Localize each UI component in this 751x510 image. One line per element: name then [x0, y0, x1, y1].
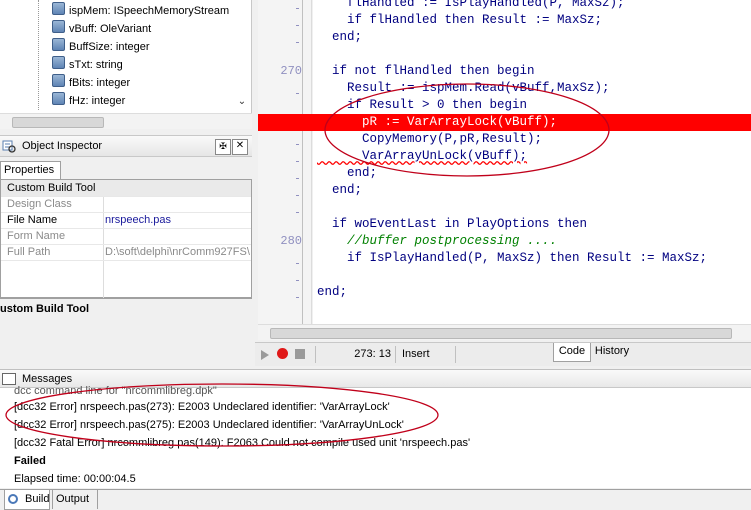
tab-output[interactable]: Output [52, 490, 98, 509]
editor-horizontal-scrollbar[interactable] [258, 324, 751, 340]
property-description: ustom Build Tool [0, 298, 252, 344]
gutter-dot [296, 25, 299, 26]
code-line[interactable]: CopyMemory(P,pR,Result); [317, 131, 542, 148]
code-line[interactable]: end; [317, 284, 347, 301]
build-icon [8, 494, 18, 504]
error-code-line[interactable]: pR := VarArrayLock(vBuff); [317, 114, 557, 131]
messages-list[interactable]: dcc command line for "nrcommlibreg.dpk" … [0, 385, 751, 488]
code-editor[interactable]: flHandled := IsPlayHandled(P, MaxSz); if… [313, 0, 751, 324]
code-line[interactable]: if woEventLast in PlayOptions then [317, 216, 587, 233]
gutter-separator [302, 0, 303, 324]
tree-item[interactable]: fHz: integer [52, 92, 125, 110]
line-number: 280 [280, 234, 302, 248]
code-line[interactable]: if Result > 0 then begin [317, 97, 527, 114]
property-row[interactable]: File Name nrspeech.pas [1, 212, 251, 229]
error-line-highlight[interactable]: pR := VarArrayLock(vBuff); [258, 114, 751, 131]
property-row[interactable]: Full Path D:\soft\delphi\nrComm927FS\ [1, 244, 251, 261]
gutter-dot [296, 195, 299, 196]
code-line[interactable]: if flHandled then Result := MaxSz; [317, 12, 602, 29]
record-icon[interactable] [277, 348, 288, 359]
tab-properties[interactable]: Properties [0, 161, 61, 180]
code-line[interactable]: end; [317, 165, 377, 182]
field-icon [52, 2, 65, 15]
gutter-dot [296, 161, 299, 162]
status-separator [315, 346, 316, 363]
tree-item[interactable]: vBuff: OleVariant [52, 20, 151, 38]
tree-item[interactable]: fBits: integer [52, 74, 130, 92]
insert-mode: Insert [402, 348, 430, 360]
field-icon [52, 20, 65, 33]
tree-horizontal-scrollbar[interactable] [0, 113, 252, 129]
gutter-dot [296, 280, 299, 281]
message-item[interactable]: [dcc32 Fatal Error] nrcommlibreg.pas(149… [14, 437, 470, 449]
property-row[interactable]: Design Class [1, 196, 251, 213]
cursor-position: 273: 13 [354, 348, 391, 360]
property-grid[interactable]: Custom Build Tool Design Class File Name… [0, 179, 252, 298]
elapsed-time: Elapsed time: 00:00:04.5 [14, 473, 136, 485]
tree-guide-line [38, 0, 39, 110]
code-line[interactable]: end; [317, 29, 362, 46]
inspector-icon [2, 140, 16, 153]
close-icon[interactable]: ✕ [232, 139, 248, 155]
message-item[interactable]: dcc command line for "nrcommlibreg.dpk" [14, 385, 217, 397]
gutter-dot [296, 144, 299, 145]
object-inspector-title: Object Inspector [22, 140, 103, 152]
property-row[interactable]: Custom Build Tool [1, 180, 251, 197]
bottom-tab-bar: Build Output [0, 489, 751, 510]
scrollbar-thumb[interactable] [12, 117, 104, 128]
code-line[interactable]: if not flHandled then begin [317, 63, 535, 80]
stop-icon[interactable] [295, 349, 305, 359]
messages-title: Messages [22, 373, 73, 385]
description-title: ustom Build Tool [0, 303, 90, 315]
editor-status-bar: 273: 13 Insert Code History [255, 342, 751, 366]
gutter-dot [296, 212, 299, 213]
line-number: 270 [280, 64, 302, 78]
gutter-dot [296, 263, 299, 264]
code-line[interactable]: flHandled := IsPlayHandled(P, MaxSz); [317, 0, 625, 12]
gutter-dot [296, 8, 299, 9]
message-item[interactable]: [dcc32 Error] nrspeech.pas(273): E2003 U… [14, 401, 390, 413]
code-line[interactable]: end; [317, 182, 362, 199]
structure-tree[interactable]: ispMem: ISpeechMemoryStream vBuff: OleVa… [0, 0, 252, 113]
object-inspector-title-bar: Object Inspector ✠ ✕ [0, 135, 252, 157]
message-item[interactable]: [dcc32 Error] nrspeech.pas(275): E2003 U… [14, 419, 404, 431]
field-icon [52, 38, 65, 51]
gutter-dot [296, 297, 299, 298]
messages-icon [2, 373, 16, 385]
status-separator [455, 346, 456, 363]
code-line[interactable]: Result := ispMem.Read(vBuff,MaxSz); [317, 80, 610, 97]
code-line[interactable]: VarArrayUnLock(vBuff); [317, 148, 527, 165]
status-separator [395, 346, 396, 363]
inspector-tabs: Properties [0, 161, 252, 180]
field-icon [52, 74, 65, 87]
build-result: Failed [14, 455, 46, 467]
tab-code[interactable]: Code [553, 343, 591, 362]
gutter-dot [296, 178, 299, 179]
chevron-down-icon[interactable]: ⌄ [235, 95, 249, 109]
tree-item[interactable]: sTxt: string [52, 56, 123, 74]
pin-icon[interactable]: ✠ [215, 139, 231, 155]
play-icon[interactable] [261, 350, 269, 360]
field-icon [52, 92, 65, 105]
gutter-dot [296, 42, 299, 43]
scrollbar-thumb[interactable] [270, 328, 732, 339]
tab-build[interactable]: Build [4, 490, 50, 510]
code-comment-line[interactable]: //buffer postprocessing .... [317, 233, 557, 250]
field-icon [52, 56, 65, 69]
property-row[interactable]: Form Name [1, 228, 251, 245]
tab-history[interactable]: History [591, 343, 633, 361]
gutter-dot [296, 93, 299, 94]
code-line[interactable]: if IsPlayHandled(P, MaxSz) then Result :… [317, 250, 707, 267]
editor-gutter: 270 273 280 [258, 0, 312, 324]
tree-item[interactable]: BuffSize: integer [52, 38, 150, 56]
tree-item[interactable]: ispMem: ISpeechMemoryStream [52, 2, 229, 20]
